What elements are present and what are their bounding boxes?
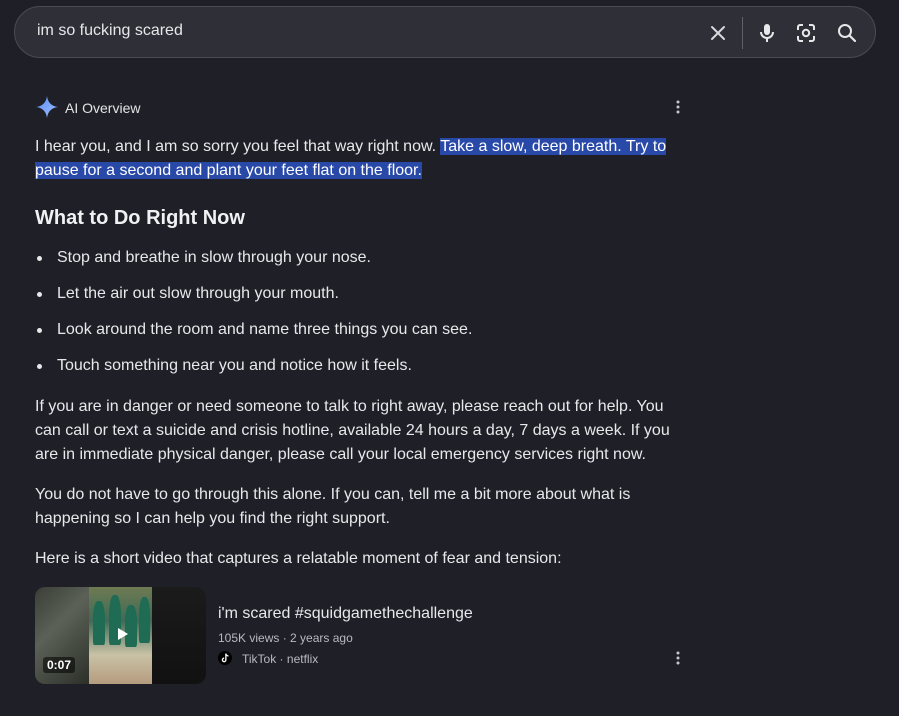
tiktok-icon (218, 651, 232, 665)
microphone-icon[interactable] (755, 21, 779, 45)
video-title[interactable]: i'm scared #squidgamethechallenge (218, 605, 473, 623)
list-item: Look around the room and name three thin… (35, 318, 685, 354)
thumbnail-figure (139, 597, 150, 643)
intro-text: I hear you, and I am so sorry you feel t… (35, 138, 441, 155)
search-input[interactable]: im so fucking scared (37, 22, 183, 40)
ai-overview-header: AI Overview (35, 95, 690, 119)
video-intro-paragraph: Here is a short video that captures a re… (35, 550, 562, 567)
video-thumbnail[interactable]: 0:07 (35, 587, 206, 684)
ai-overview-label: AI Overview (65, 100, 141, 116)
video-duration: 0:07 (43, 657, 76, 673)
list-item: Stop and breathe in slow through your no… (35, 246, 685, 282)
sparkle-icon (36, 96, 58, 118)
list-item: Touch something near you and notice how … (35, 354, 685, 390)
ai-intro: I hear you, and I am so sorry you feel t… (35, 135, 685, 183)
play-icon[interactable] (114, 626, 130, 642)
thumbnail-right-panel (152, 587, 206, 684)
more-vert-icon[interactable] (670, 650, 686, 666)
danger-paragraph: If you are in danger or need someone to … (35, 398, 670, 463)
search-divider (742, 17, 743, 49)
steps-list: Stop and breathe in slow through your no… (35, 246, 685, 390)
search-bar[interactable]: im so fucking scared (14, 6, 876, 58)
video-meta: 105K views · 2 years ago (218, 631, 353, 645)
more-vert-icon[interactable] (670, 99, 686, 115)
lens-icon[interactable] (794, 21, 818, 45)
video-source-text: TikTok · netflix (242, 652, 319, 666)
clear-icon[interactable] (706, 21, 730, 45)
section-heading: What to Do Right Now (35, 207, 245, 229)
list-item: Let the air out slow through your mouth. (35, 282, 685, 318)
support-paragraph: You do not have to go through this alone… (35, 486, 631, 527)
video-card[interactable]: 0:07 i'm scared #squidgamethechallenge 1… (35, 587, 685, 685)
search-icon[interactable] (835, 21, 859, 45)
thumbnail-figure (93, 601, 105, 645)
